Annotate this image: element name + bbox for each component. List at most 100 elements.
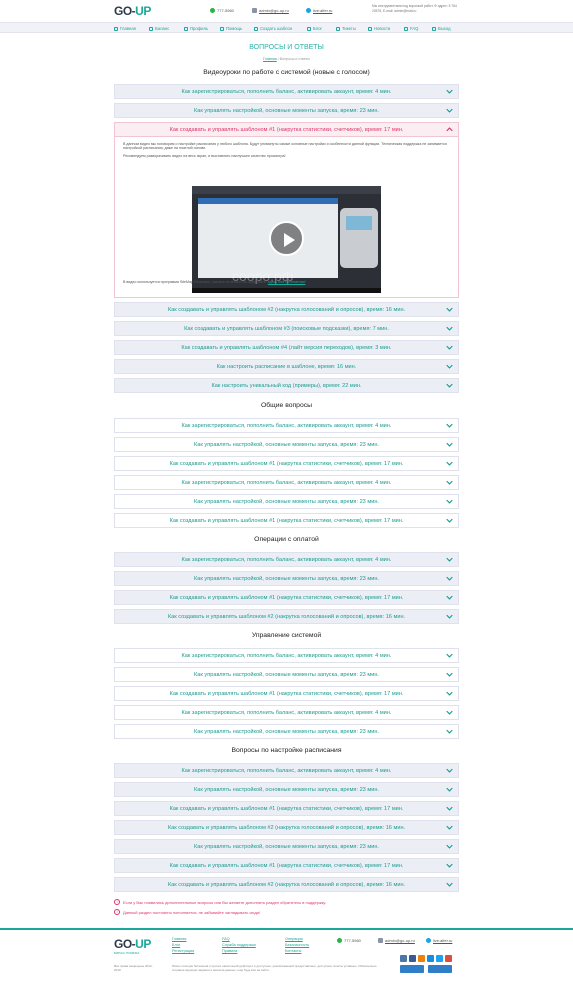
faq-question[interactable]: Как создавать и управлять шаблоном #4 (л…	[114, 340, 459, 355]
footer-links-col3: Операции Безопасность Контакты	[285, 936, 309, 954]
faq-question[interactable]: Как создавать и управлять шаблоном #1 (н…	[114, 858, 459, 873]
footer-links-col1: Главная Блог Регистрация	[172, 936, 194, 954]
faq-question[interactable]: Как создавать и управлять шаблоном #2 (н…	[114, 302, 459, 317]
faq-question-open[interactable]: Как создавать и управлять шаблоном #1 (н…	[114, 122, 459, 137]
play-icon[interactable]	[269, 221, 304, 256]
chevron-down-icon	[446, 442, 453, 447]
nav-profile[interactable]: Профиль	[184, 26, 208, 31]
breadcrumb-home-link[interactable]: Главная	[263, 57, 277, 61]
faq-question[interactable]: Как создавать и управлять шаблоном #1 (н…	[114, 456, 459, 471]
chevron-down-icon	[446, 499, 453, 504]
faq-question[interactable]: Как управлять настройкой, основные момен…	[114, 494, 459, 509]
twitter-icon[interactable]	[436, 955, 443, 962]
skype-contact[interactable]: live:alfer.ru	[306, 8, 332, 13]
nav-home[interactable]: Главная	[114, 26, 136, 31]
faq-icon	[404, 26, 408, 31]
faq-question[interactable]: Как управлять настройкой, основные момен…	[114, 724, 459, 739]
update-note: ! Данный раздел постоянно пополняется, не…	[114, 909, 260, 915]
webmoney-badge	[428, 965, 452, 973]
faq-question[interactable]: Как создавать и управлять шаблоном #3 (п…	[114, 321, 459, 336]
faq-question[interactable]: Как зарегистрироваться, пополнить баланс…	[114, 418, 459, 433]
faq-question[interactable]: Как управлять настройкой, основные момен…	[114, 782, 459, 797]
faq-question[interactable]: Как зарегистрироваться, пополнить баланс…	[114, 648, 459, 663]
faq-question[interactable]: Как зарегистрироваться, пополнить баланс…	[114, 84, 459, 99]
faq-question[interactable]: Как создавать и управлять шаблоном #1 (н…	[114, 590, 459, 605]
chevron-down-icon	[446, 653, 453, 658]
chevron-up-icon	[446, 127, 453, 132]
faq-question[interactable]: Как создавать и управлять шаблоном #1 (н…	[114, 686, 459, 701]
faq-question[interactable]: Как создавать и управлять шаблоном #2 (н…	[114, 877, 459, 892]
faq-question[interactable]: Как настроить расписание в шаблоне, врем…	[114, 359, 459, 374]
facebook-icon[interactable]	[409, 955, 416, 962]
faq-question[interactable]: Как управлять настройкой, основные момен…	[114, 571, 459, 586]
faq-question[interactable]: Как зарегистрироваться, пополнить баланс…	[114, 705, 459, 720]
mail-icon	[252, 8, 257, 13]
phone-icon	[337, 938, 342, 943]
faq-question[interactable]: Как настроить уникальный код (примеры), …	[114, 378, 459, 393]
chevron-down-icon	[446, 672, 453, 677]
nav-create-template[interactable]: Создать шаблон	[254, 26, 292, 31]
home-icon	[114, 26, 118, 31]
ticket-icon	[336, 26, 340, 31]
nav-balance[interactable]: Баланс	[149, 26, 169, 31]
faq-question[interactable]: Как зарегистрироваться, пополнить баланс…	[114, 475, 459, 490]
chevron-down-icon	[446, 806, 453, 811]
wallet-icon	[149, 26, 153, 31]
footer-link[interactable]: Регистрация	[172, 948, 194, 954]
chevron-down-icon	[446, 364, 453, 369]
sitemap-link[interactable]: здесь она бесплатная!	[268, 280, 306, 284]
email-contact[interactable]: admin@go-up.ru	[252, 8, 289, 13]
nav-tickets[interactable]: Тикеты	[336, 26, 356, 31]
news-icon	[368, 26, 372, 31]
chevron-down-icon	[446, 576, 453, 581]
blog-icon	[307, 26, 311, 31]
nav-faq[interactable]: FAQ	[404, 26, 418, 31]
video-player[interactable]: сoopo.рф	[192, 186, 381, 293]
footer-skype[interactable]: live:alfer.ru	[426, 938, 452, 943]
phone-contact[interactable]: 777-5960	[210, 8, 234, 13]
faq-question[interactable]: Как создавать и управлять шаблоном #1 (н…	[114, 513, 459, 528]
footer-link[interactable]: Правила	[222, 948, 256, 954]
faq-question[interactable]: Как зарегистрироваться, пополнить баланс…	[114, 763, 459, 778]
skype-icon	[426, 938, 431, 943]
faq-question[interactable]: Как управлять настройкой, основные момен…	[114, 839, 459, 854]
faq-question[interactable]: Как создавать и управлять шаблоном #1 (н…	[114, 801, 459, 816]
footer-links-col2: FAQ Служба поддержки Правила	[222, 936, 256, 954]
site-logo[interactable]: GO-UP	[114, 4, 151, 18]
footer-email[interactable]: admin@go-up.ru	[378, 938, 415, 943]
help-icon	[220, 26, 224, 31]
answer-text: Рекомендуем разворачивать видео на весь …	[123, 153, 286, 158]
answer-text: В видео используется программа SiteMap G…	[123, 280, 306, 284]
faq-question[interactable]: Как управлять настройкой, основные момен…	[114, 437, 459, 452]
nav-help[interactable]: Помощь	[220, 26, 242, 31]
chevron-down-icon	[446, 691, 453, 696]
chevron-down-icon	[446, 326, 453, 331]
chevron-down-icon	[446, 423, 453, 428]
googleplus-icon[interactable]	[445, 955, 452, 962]
vk-icon[interactable]	[400, 955, 407, 962]
footer-legal: Юзинг позиции биткоинов и прочих накопле…	[172, 964, 377, 972]
faq-question[interactable]: Как создавать и управлять шаблоном #2 (н…	[114, 820, 459, 835]
chevron-down-icon	[446, 557, 453, 562]
nav-logout[interactable]: Выход	[432, 26, 451, 31]
faq-question[interactable]: Как зарегистрироваться, пополнить баланс…	[114, 552, 459, 567]
faq-question[interactable]: Как создавать и управлять шаблоном #2 (н…	[114, 609, 459, 624]
info-icon: !	[114, 909, 120, 915]
faq-question[interactable]: Как управлять настройкой, основные момен…	[114, 103, 459, 118]
faq-answer-panel: В данном видео мы поговорим о настройке …	[114, 137, 459, 298]
faq-question[interactable]: Как управлять настройкой, основные момен…	[114, 667, 459, 682]
section-title-schedule: Вопросы по настройке расписания	[231, 747, 342, 754]
chevron-down-icon	[446, 307, 453, 312]
footer-logo[interactable]: GO-UP	[114, 937, 151, 951]
nav-news[interactable]: Новости	[368, 26, 390, 31]
support-note: ! Если у Вас появились дополнительные воп…	[114, 899, 326, 905]
phone-icon	[210, 8, 215, 13]
odnoklassniki-icon[interactable]	[418, 955, 425, 962]
chevron-down-icon	[446, 863, 453, 868]
logout-icon	[432, 26, 436, 31]
nav-blog[interactable]: Блог	[307, 26, 322, 31]
footer-link[interactable]: Контакты	[285, 948, 309, 954]
breadcrumb: Главная / Вопросы и ответы	[263, 57, 310, 61]
mailru-icon[interactable]	[427, 955, 434, 962]
footer-phone[interactable]: 777-5960	[337, 938, 361, 943]
